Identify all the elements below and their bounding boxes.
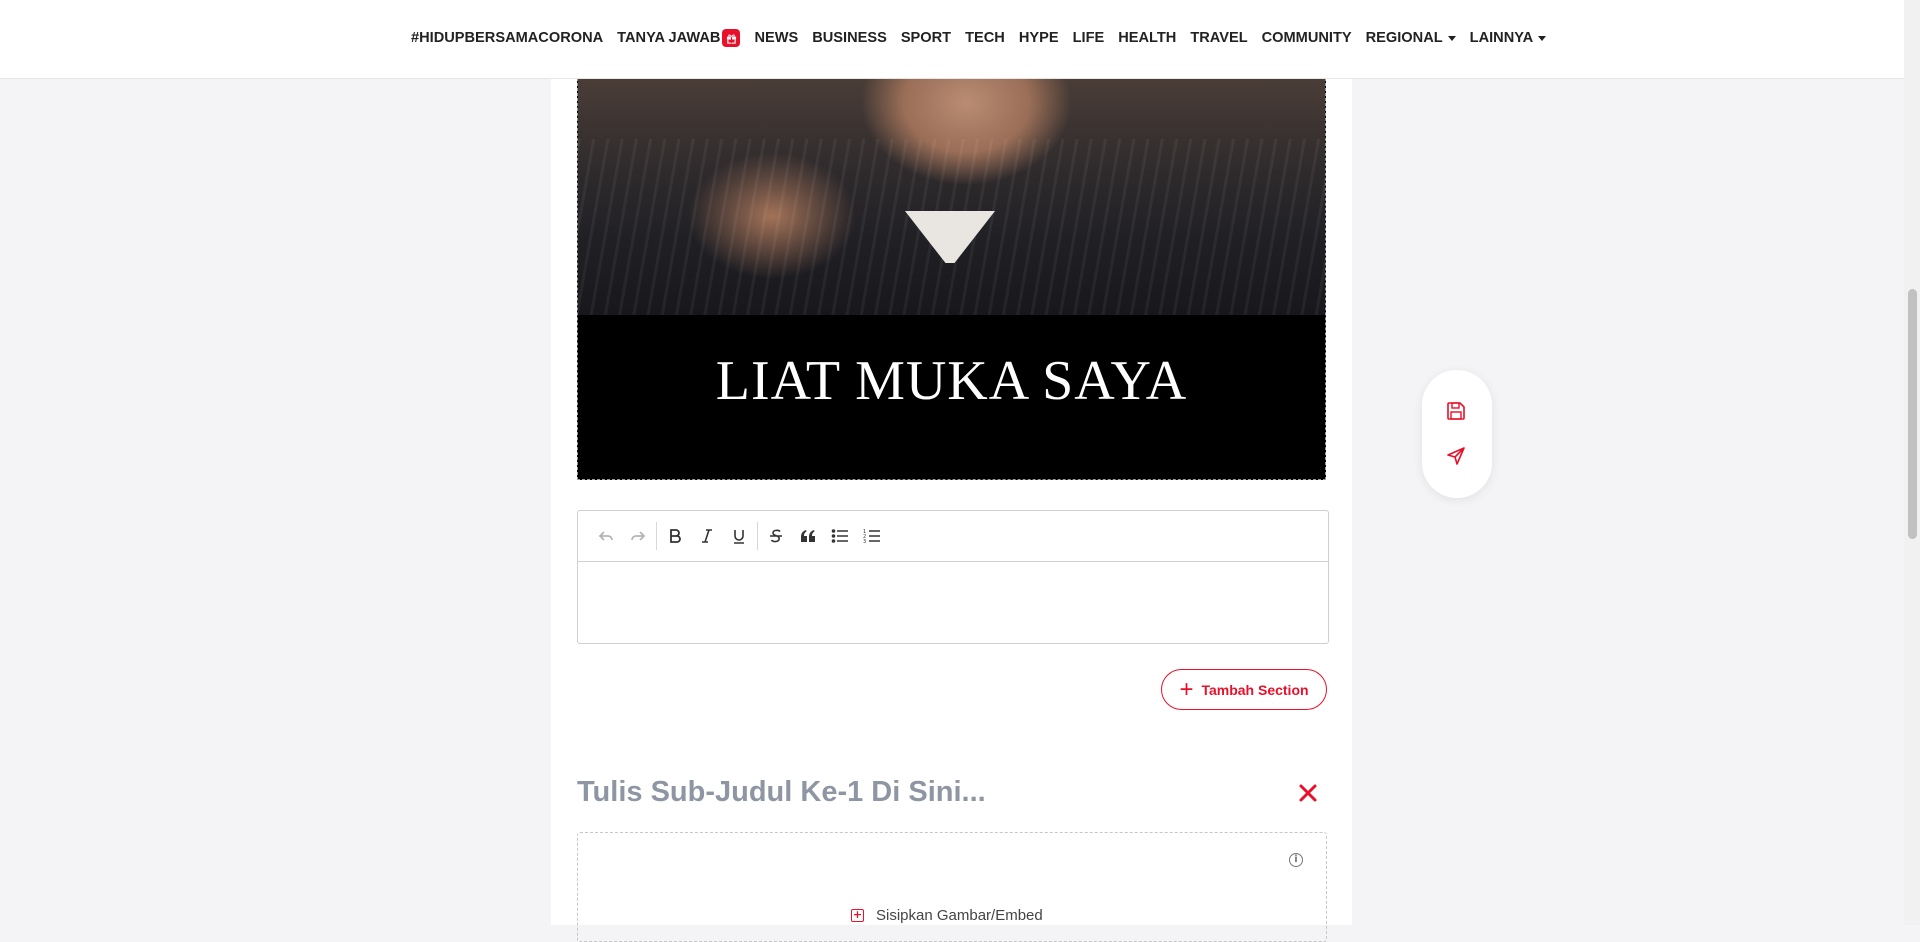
quote-icon[interactable] — [792, 522, 824, 550]
add-section-button[interactable]: + Tambah Section — [1161, 669, 1327, 710]
insert-embed-button[interactable]: + Sisipkan Gambar/Embed — [851, 907, 1043, 924]
chevron-down-icon — [1538, 35, 1547, 41]
send-icon[interactable] — [1446, 446, 1468, 468]
nav-item-sport[interactable]: SPORT — [901, 30, 951, 46]
insert-image-icon: + — [851, 908, 864, 922]
nav-item-tanya-jawab[interactable]: TANYA JAWAB — [617, 29, 741, 47]
subtitle-input[interactable]: Tulis Sub-Judul Ke-1 Di Sini... — [577, 772, 1257, 812]
nav-item-hidupbersamacorona[interactable]: #HIDUPBERSAMACORONA — [411, 30, 603, 46]
strikethrough-icon[interactable] — [760, 522, 792, 550]
floating-actions — [1422, 370, 1492, 498]
embed-dropzone[interactable] — [577, 832, 1327, 942]
nav-item-news[interactable]: NEWS — [754, 30, 798, 46]
editor-toolbar: 123 — [578, 511, 1328, 562]
nav-item-hype[interactable]: HYPE — [1019, 30, 1059, 46]
chevron-down-icon — [1447, 35, 1456, 41]
bulleted-list-icon[interactable] — [824, 522, 856, 550]
top-navigation: #HIDUPBERSAMACORONA TANYA JAWAB NEWS BUS… — [0, 0, 1904, 79]
nav-item-health[interactable]: HEALTH — [1118, 30, 1176, 46]
article-image[interactable]: LIAT MUKA SAYA — [577, 78, 1326, 480]
numbered-list-icon[interactable]: 123 — [856, 522, 888, 550]
scrollbar-thumb[interactable] — [1908, 289, 1917, 539]
rich-text-editor: 123 — [577, 510, 1329, 644]
italic-icon[interactable] — [691, 522, 723, 550]
underline-icon[interactable] — [723, 522, 755, 550]
editor-text-area[interactable] — [578, 562, 1328, 644]
nav-item-lainnya[interactable]: LAINNYA — [1470, 30, 1547, 46]
svg-text:3: 3 — [863, 539, 866, 544]
nav-item-community[interactable]: COMMUNITY — [1262, 30, 1352, 46]
gift-icon — [722, 29, 741, 47]
save-icon[interactable] — [1446, 401, 1468, 423]
bold-icon[interactable] — [659, 522, 691, 550]
plus-icon: + — [1179, 675, 1194, 703]
nav-item-regional[interactable]: REGIONAL — [1366, 30, 1456, 46]
nav-item-travel[interactable]: TRAVEL — [1190, 30, 1247, 46]
redo-icon[interactable] — [622, 522, 654, 550]
nav-item-business[interactable]: BUSINESS — [812, 30, 887, 46]
nav-item-tech[interactable]: TECH — [965, 30, 1005, 46]
nav-item-life[interactable]: LIFE — [1073, 30, 1105, 46]
image-caption: LIAT MUKA SAYA — [578, 315, 1325, 479]
info-icon[interactable]: i — [1289, 853, 1303, 867]
close-icon[interactable] — [1297, 783, 1319, 805]
nav-menu: #HIDUPBERSAMACORONA TANYA JAWAB NEWS BUS… — [411, 27, 1547, 49]
undo-icon[interactable] — [590, 522, 622, 550]
